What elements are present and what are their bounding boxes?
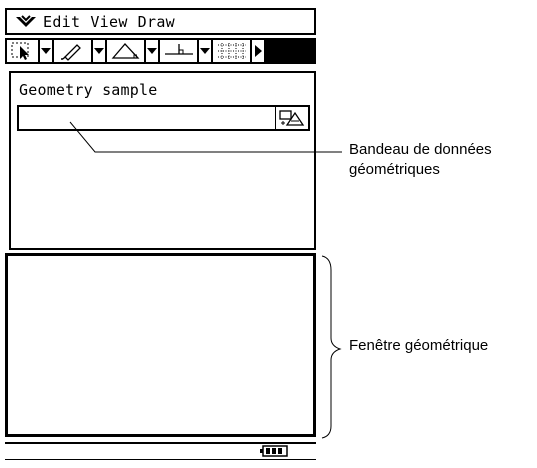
measure-icon — [279, 110, 305, 126]
chevron-down-icon — [147, 48, 157, 54]
geometry-data-bar[interactable] — [17, 105, 310, 131]
chevron-down-icon — [94, 48, 104, 54]
chevron-menu-icon[interactable] — [15, 14, 37, 29]
grid-tool-button[interactable] — [213, 40, 250, 62]
callout-data-bar-line1: Bandeau de données — [349, 141, 492, 158]
menu-draw[interactable]: Draw — [138, 13, 175, 31]
callout-data-bar-line2: géométriques — [349, 161, 440, 178]
perpendicular-dropdown[interactable] — [199, 40, 211, 62]
battery-icon — [260, 445, 288, 457]
triangle-tool-button[interactable] — [107, 40, 144, 62]
right-arrow-icon — [255, 45, 262, 57]
perpendicular-icon — [164, 44, 193, 55]
grid-icon — [217, 43, 246, 59]
geometry-window[interactable] — [5, 253, 316, 437]
panel-title: Geometry sample — [19, 81, 158, 99]
callout-data-bar: Bandeau de données géométriques — [349, 140, 537, 180]
toolbar-scroll-right[interactable] — [252, 40, 264, 62]
pointer-select-icon — [11, 42, 29, 60]
measure-button[interactable] — [275, 107, 308, 129]
toolbar — [5, 38, 316, 64]
menu-view[interactable]: View — [90, 13, 127, 31]
pen-icon — [60, 44, 81, 61]
menubar: Edit View Draw — [5, 8, 316, 35]
triangle-icon — [111, 43, 139, 59]
perpendicular-tool-button[interactable] — [160, 40, 197, 62]
callout-geometry-window: Fenêtre géométrique — [349, 337, 489, 354]
menu-edit[interactable]: Edit — [43, 13, 80, 31]
pen-dropdown[interactable] — [93, 40, 105, 62]
chevron-down-icon — [200, 48, 210, 54]
pen-tool-button[interactable] — [54, 40, 91, 62]
geometry-work-area[interactable]: Geometry sample — [9, 71, 316, 250]
status-bar — [5, 442, 316, 460]
triangle-dropdown[interactable] — [146, 40, 158, 62]
select-tool-button[interactable] — [7, 40, 38, 62]
select-dropdown[interactable] — [40, 40, 52, 62]
chevron-down-icon — [41, 48, 51, 54]
